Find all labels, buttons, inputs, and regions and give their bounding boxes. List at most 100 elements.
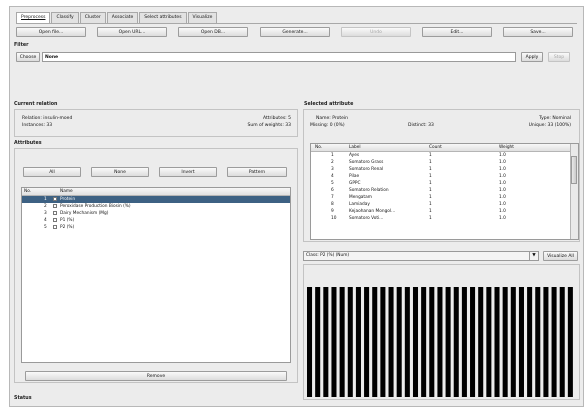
histogram-bar (543, 287, 549, 397)
tab-visualize[interactable]: Visualize (187, 12, 218, 23)
histogram-bar (429, 287, 435, 397)
attribute-checkbox[interactable] (53, 204, 57, 208)
histogram-bar (404, 287, 410, 397)
attribute-checkbox[interactable] (53, 218, 57, 222)
attribute-checkbox[interactable] (53, 197, 57, 201)
table-row[interactable]: 5 P2 (%) (22, 224, 290, 231)
histogram-bar (355, 287, 361, 397)
histogram (307, 287, 573, 397)
label-cell-weight: 1.0 (499, 202, 506, 207)
attributes-none-button[interactable]: None (91, 167, 149, 177)
table-row[interactable]: 9 Kejaohanan Mongol... 1 1.0 (311, 208, 578, 215)
table-row[interactable]: 10 Somatoro Voti... 1 1.0 (311, 215, 578, 222)
open-db-button[interactable]: Open DB... (178, 27, 248, 37)
tab-associate[interactable]: Associate (106, 12, 139, 23)
visualize-all-button[interactable]: Visualize All (543, 251, 578, 261)
selected-attribute-panel: Name: Protein Missing: 0 (0%) Distinct: … (303, 109, 580, 242)
table-row[interactable]: 6 Somatoro Relation 1 1.0 (311, 187, 578, 194)
tab-label: Cluster (84, 15, 101, 20)
attribute-checkbox[interactable] (53, 211, 57, 215)
table-row[interactable]: 4 Pilae 1 1.0 (311, 173, 578, 180)
label-cell-label: Somatoro Voti... (349, 216, 384, 221)
label-cell-weight: 1.0 (499, 195, 506, 200)
histogram-bar (453, 287, 459, 397)
histogram-bar (315, 287, 321, 397)
table-row[interactable]: 2 Peroxidase Production Biosin (%) (22, 203, 290, 210)
histogram-bar (347, 287, 353, 397)
labels-table-header: No. Label Count Weight (311, 144, 578, 152)
filter-field[interactable]: None (42, 52, 516, 62)
labels-scrollbar[interactable] (570, 144, 578, 239)
tab-classify[interactable]: Classify (51, 12, 79, 23)
class-select[interactable]: Class: P2 (%) (Num) ▼ (303, 251, 539, 261)
selected-unique-label: Unique: 33 (100%) (528, 123, 571, 128)
table-row[interactable]: 1 Protein (22, 196, 290, 203)
histogram-bar (502, 287, 508, 397)
label-cell-no: 10 (331, 216, 337, 221)
filter-apply-button[interactable]: Apply (521, 52, 543, 62)
label-cell-no: 6 (331, 188, 334, 193)
label-cell-no: 9 (331, 209, 334, 214)
label-cell-label: Kejaohanan Mongol... (349, 209, 396, 214)
open-url-button[interactable]: Open URL... (97, 27, 167, 37)
histogram-bar (331, 287, 337, 397)
selected-type-label: Type: Nominal (539, 116, 571, 121)
histogram-bar (478, 287, 484, 397)
generate-button[interactable]: Generate... (260, 27, 330, 37)
attributes-all-button[interactable]: All (23, 167, 81, 177)
save-button[interactable]: Save... (503, 27, 573, 37)
label-cell-count: 1 (429, 188, 432, 193)
label-cell-count: 1 (429, 202, 432, 207)
histogram-bar (445, 287, 451, 397)
label-cell-no: 2 (331, 160, 334, 165)
label-cell-weight: 1.0 (499, 153, 506, 158)
attribute-checkbox[interactable] (53, 225, 57, 229)
attribute-name: Peroxidase Production Biosin (%) (60, 204, 131, 209)
histogram-bar (470, 287, 476, 397)
label-cell-no: 3 (331, 167, 334, 172)
label-cell-label: Lamiaday (349, 202, 370, 207)
histogram-bar (307, 287, 313, 397)
table-row[interactable]: 3 Somatoro Renal 1 1.0 (311, 166, 578, 173)
histogram-bar (461, 287, 467, 397)
filter-choose-button[interactable]: Choose (16, 52, 40, 62)
tab-cluster[interactable]: Cluster (79, 12, 106, 23)
label-cell-no: 4 (331, 174, 334, 179)
attributes-invert-button[interactable]: Invert (159, 167, 217, 177)
edit-button[interactable]: Edit... (422, 27, 492, 37)
table-row[interactable]: 1 Ayes 1 1.0 (311, 152, 578, 159)
class-select-value: Class: P2 (%) (Num) (306, 253, 350, 258)
histogram-panel (303, 264, 580, 400)
chevron-down-icon[interactable]: ▼ (529, 252, 538, 260)
filter-stop-button[interactable]: Stop (548, 52, 570, 62)
attribute-no: 4 (44, 218, 47, 223)
histogram-bar (339, 287, 345, 397)
tab-select-attributes[interactable]: Select attributes (139, 12, 187, 23)
attribute-name: P2 (%) (60, 225, 75, 230)
table-row[interactable]: 3 Dairy Mechanism (Mg) (22, 210, 290, 217)
table-row[interactable]: 5 GPPC 1 1.0 (311, 180, 578, 187)
attribute-name: P1 (%) (60, 218, 75, 223)
selected-name-label: Name: Protein (316, 116, 348, 121)
open-file-button[interactable]: Open file... (16, 27, 86, 37)
label-cell-count: 1 (429, 167, 432, 172)
table-row[interactable]: 4 P1 (%) (22, 217, 290, 224)
histogram-bar (494, 287, 500, 397)
label-cell-count: 1 (429, 216, 432, 221)
attributes-pattern-button[interactable]: Pattern (227, 167, 287, 177)
label-cell-count: 1 (429, 153, 432, 158)
remove-attribute-button[interactable]: Remove (25, 371, 287, 381)
label-cell-label: Ayes (349, 153, 360, 158)
histogram-bar (372, 287, 378, 397)
instances-label: Instances: 33 (22, 123, 53, 128)
undo-button[interactable]: Undo (341, 27, 411, 37)
table-row[interactable]: 8 Lamiaday 1 1.0 (311, 201, 578, 208)
table-row[interactable]: 2 Somatoro Grass 1 1.0 (311, 159, 578, 166)
label-cell-label: Pilae (349, 174, 360, 179)
table-row[interactable]: 7 Mengatam 1 1.0 (311, 194, 578, 201)
label-cell-weight: 1.0 (499, 209, 506, 214)
attributes-count-label: Attributes: 5 (262, 116, 291, 121)
label-cell-label: Mengatam (349, 195, 372, 200)
attribute-name: Protein (60, 197, 76, 202)
labels-scroll-thumb[interactable] (571, 156, 577, 184)
